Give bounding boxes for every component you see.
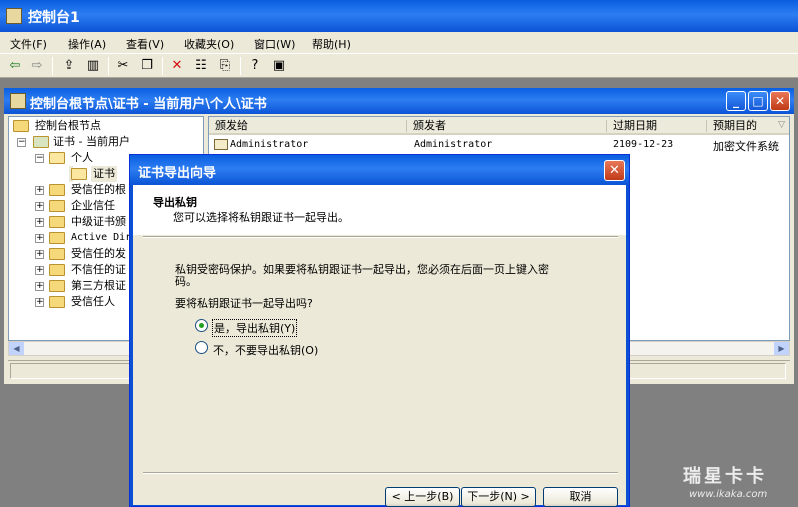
watermark-logo: 瑞星卡卡 www.ikaka.com <box>683 466 768 500</box>
folder-icon <box>49 216 65 228</box>
folder-icon <box>49 184 65 196</box>
console-icon <box>10 93 26 109</box>
cut-icon[interactable]: ✂ <box>114 57 132 75</box>
up-folder-icon[interactable]: ⇪ <box>60 57 78 75</box>
dialog-title: 证书导出向导 <box>138 166 217 181</box>
column-header-expiration[interactable]: 过期日期 <box>607 117 707 135</box>
forward-icon[interactable]: ⇨ <box>28 57 46 75</box>
folder-icon <box>49 248 65 260</box>
wizard-subheading: 您可以选择将私钥跟证书一起导出。 <box>173 211 349 224</box>
cancel-button[interactable]: 取消 <box>543 487 618 507</box>
export-wizard-dialog: 证书导出向导 ✕ 导出私钥 您可以选择将私钥跟证书一起导出。 私钥受密码保护。如… <box>129 154 630 507</box>
dialog-titlebar[interactable]: 证书导出向导 ✕ <box>130 155 629 185</box>
wizard-heading: 导出私钥 <box>153 196 197 209</box>
folder-open-icon <box>49 152 65 164</box>
folder-icon <box>49 280 65 292</box>
back-button[interactable]: < 上一步(B) <box>385 487 460 507</box>
folder-open-icon <box>71 168 87 180</box>
delete-icon[interactable]: ✕ <box>168 57 186 75</box>
info-text: 私钥受密码保护。如果要将私钥跟证书一起导出，您必须在后面一页上键入密 <box>175 263 549 276</box>
show-tree-icon[interactable]: ▥ <box>84 57 102 75</box>
folder-icon <box>13 120 29 132</box>
folder-icon <box>49 264 65 276</box>
maximize-button[interactable]: □ <box>748 91 768 111</box>
export-list-icon[interactable]: ⎘ <box>216 57 234 75</box>
menu-bar: 文件(F) 操作(A) 查看(V) 收藏夹(O) 窗口(W) 帮助(H) <box>0 32 798 54</box>
menu-window[interactable]: 窗口(W) <box>254 36 295 52</box>
expand-icon[interactable]: + <box>35 234 44 243</box>
toolbar: ⇦ ⇨ ⇪ ▥ ✂ ❐ ✕ ☷ ⎘ ? ▣ <box>0 54 798 78</box>
option-export-key[interactable]: 是，导出私钥(Y) <box>195 318 345 337</box>
folder-icon <box>49 200 65 212</box>
collapse-icon[interactable]: − <box>17 138 26 147</box>
scroll-left-icon[interactable]: ◀ <box>9 342 24 355</box>
folder-icon <box>49 296 65 308</box>
copy-icon[interactable]: ❐ <box>138 57 156 75</box>
folder-icon <box>49 232 65 244</box>
menu-favorites[interactable]: 收藏夹(O) <box>184 36 234 52</box>
column-header-issued-by[interactable]: 颁发者 <box>407 117 607 135</box>
menu-action[interactable]: 操作(A) <box>68 36 106 52</box>
minimize-button[interactable]: _ <box>726 91 746 111</box>
option-no-export-key[interactable]: 不，不要导出私钥(O) <box>195 340 345 357</box>
console-icon <box>6 8 22 24</box>
collapse-icon[interactable]: − <box>35 154 44 163</box>
tree-item-certificates[interactable]: 证书 <box>69 166 117 182</box>
dialog-close-button[interactable]: ✕ <box>604 160 625 181</box>
expand-icon[interactable]: + <box>35 282 44 291</box>
certificate-store-icon <box>33 136 49 148</box>
expand-icon[interactable]: + <box>35 186 44 195</box>
sort-arrow-icon: ▽ <box>778 120 785 130</box>
wizard-header: 导出私钥 您可以选择将私钥跟证书一起导出。 <box>133 185 626 235</box>
next-button[interactable]: 下一步(N) > <box>461 487 536 507</box>
radio-unchecked-icon[interactable] <box>195 341 208 354</box>
table-row[interactable]: Administrator Administrator 2109-12-23 加… <box>212 137 788 153</box>
expand-icon[interactable]: + <box>35 218 44 227</box>
mdi-title: 控制台根节点\证书 - 当前用户\个人\证书 <box>30 97 267 112</box>
radio-checked-icon[interactable] <box>195 319 208 332</box>
expand-icon[interactable]: + <box>35 266 44 275</box>
info-text-continued: 码。 <box>175 275 197 288</box>
scroll-right-icon[interactable]: ▶ <box>774 342 789 355</box>
question-text: 要将私钥跟证书一起导出吗? <box>175 297 313 310</box>
properties-icon[interactable]: ☷ <box>192 57 210 75</box>
certificate-icon <box>214 139 228 150</box>
close-button[interactable]: ✕ <box>770 91 790 111</box>
expand-icon[interactable]: + <box>35 202 44 211</box>
expand-icon[interactable]: + <box>35 298 44 307</box>
window-titlebar[interactable]: 控制台1 <box>0 0 798 32</box>
column-header-purpose[interactable]: 预期目的 ▽ <box>707 117 789 135</box>
help-icon[interactable]: ? <box>246 57 264 75</box>
menu-help[interactable]: 帮助(H) <box>312 36 351 52</box>
mdi-titlebar[interactable]: 控制台根节点\证书 - 当前用户\个人\证书 _ □ ✕ <box>4 88 794 114</box>
show-hide-icon[interactable]: ▣ <box>270 57 288 75</box>
menu-file[interactable]: 文件(F) <box>10 36 47 52</box>
expand-icon[interactable]: + <box>35 250 44 259</box>
menu-view[interactable]: 查看(V) <box>126 36 164 52</box>
column-header-issued-to[interactable]: 颁发给 <box>209 117 407 135</box>
dialog-body: 导出私钥 您可以选择将私钥跟证书一起导出。 私钥受密码保护。如果要将私钥跟证书一… <box>133 185 626 507</box>
window-title: 控制台1 <box>28 10 80 26</box>
back-icon[interactable]: ⇦ <box>6 57 24 75</box>
